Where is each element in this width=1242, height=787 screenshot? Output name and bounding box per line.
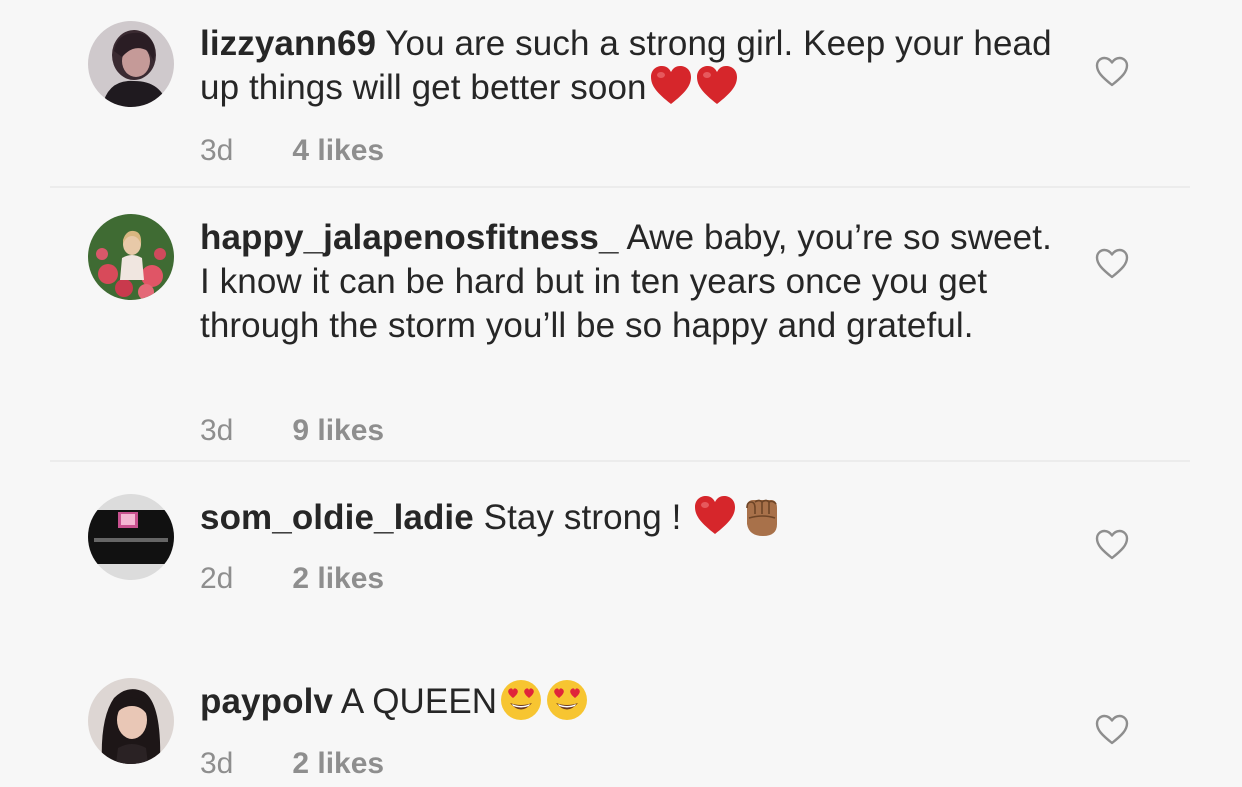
comment-meta: 3d 9 likes xyxy=(200,414,384,448)
heart-outline-icon[interactable] xyxy=(1094,527,1130,563)
heart-eyes-emoji-icon xyxy=(545,678,589,722)
username[interactable]: som_oldie_ladie xyxy=(200,498,474,537)
heart-outline-icon[interactable] xyxy=(1094,246,1130,282)
heart-outline-icon[interactable] xyxy=(1094,712,1130,748)
comment-body: Stay strong ! xyxy=(483,498,682,537)
red-heart-emoji-icon xyxy=(649,64,693,108)
heart-outline-icon[interactable] xyxy=(1094,54,1130,90)
comment-text: happy_jalapenosfitness_ Awe baby, you’re… xyxy=(200,216,1060,348)
comment-text: som_oldie_ladie Stay strong ! xyxy=(200,494,1060,542)
comment-time: 3d xyxy=(200,747,234,780)
avatar[interactable] xyxy=(88,214,174,300)
comments-feed: lizzyann69 You are such a strong girl. K… xyxy=(0,0,1242,787)
like-count[interactable]: 2 likes xyxy=(292,562,384,596)
avatar[interactable] xyxy=(88,494,174,580)
like-count[interactable]: 9 likes xyxy=(292,414,384,448)
like-count[interactable]: 2 likes xyxy=(292,747,384,781)
comment-time: 3d xyxy=(200,414,234,447)
username[interactable]: lizzyann69 xyxy=(200,24,376,63)
like-count[interactable]: 4 likes xyxy=(292,134,384,168)
comment-meta: 2d 2 likes xyxy=(200,562,384,596)
comment-time: 2d xyxy=(200,562,234,595)
comment-meta: 3d 4 likes xyxy=(200,134,384,168)
raised-fist-emoji-icon xyxy=(739,494,783,538)
red-heart-emoji-icon xyxy=(695,64,739,108)
divider xyxy=(50,460,1190,462)
comment-meta: 3d 2 likes xyxy=(200,747,384,781)
comment-time: 3d xyxy=(200,134,234,167)
comment-body: A QUEEN xyxy=(340,682,498,721)
divider xyxy=(50,186,1190,188)
red-heart-emoji-icon xyxy=(693,494,737,538)
comment-text: paypolv A QUEEN xyxy=(200,678,1060,726)
avatar[interactable] xyxy=(88,678,174,764)
username[interactable]: happy_jalapenosfitness_ xyxy=(200,218,619,257)
username[interactable]: paypolv xyxy=(200,682,333,721)
avatar[interactable] xyxy=(88,21,174,107)
heart-eyes-emoji-icon xyxy=(499,678,543,722)
comment-text: lizzyann69 You are such a strong girl. K… xyxy=(200,22,1060,112)
